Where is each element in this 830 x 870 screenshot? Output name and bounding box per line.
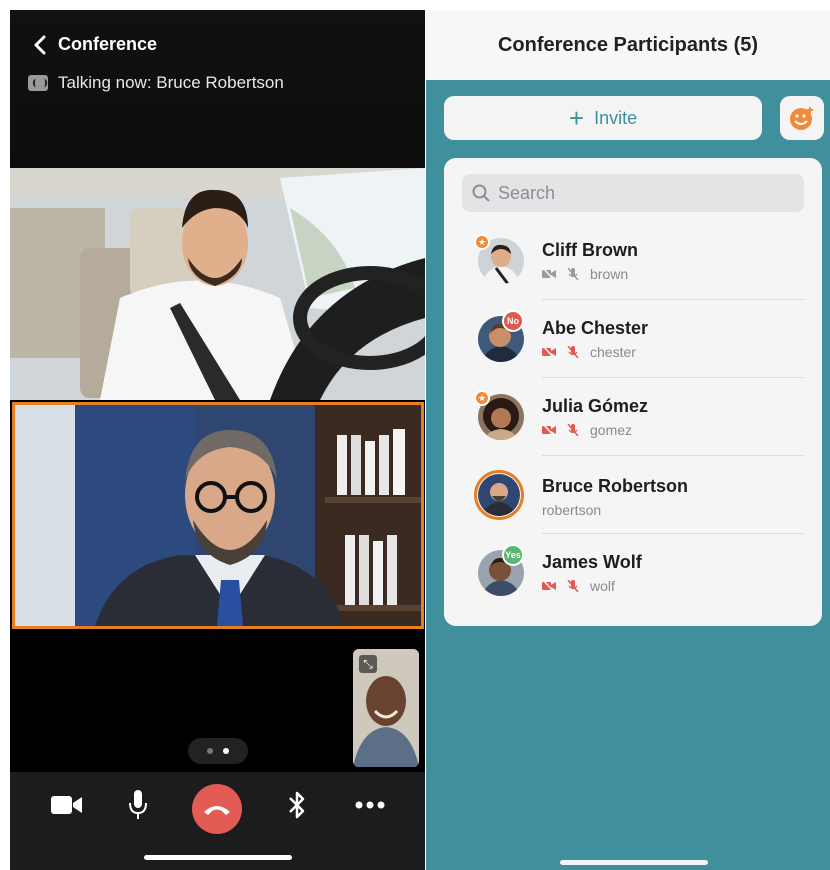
search-input[interactable]: Search [462, 174, 804, 212]
participant-username: gomez [590, 422, 633, 438]
participant-status: gomez [542, 422, 632, 438]
response-no-badge: No [502, 310, 524, 332]
microphone-button[interactable] [126, 788, 150, 822]
video-off-icon [542, 268, 556, 280]
participant-username: robertson [542, 502, 602, 518]
bluetooth-icon [289, 791, 305, 819]
camera-icon [51, 796, 82, 814]
video-call-screen: Conference Talking now: Bruce Robertson [10, 10, 425, 870]
back-button[interactable]: Conference [32, 34, 157, 55]
call-title: Conference [58, 34, 158, 54]
plus-icon: + [568, 103, 585, 133]
participant-row[interactable]: Yes James Wolf wolf [474, 534, 804, 612]
invite-label: Invite [594, 107, 638, 128]
host-star-icon: ★ [474, 234, 490, 250]
search-icon [472, 184, 490, 202]
page-indicator[interactable] [188, 738, 248, 764]
video-tile-active-speaker[interactable] [12, 402, 424, 629]
mic-off-icon [567, 268, 579, 280]
video-tile-participant[interactable] [10, 168, 425, 400]
mic-off-icon [567, 580, 579, 592]
expand-icon[interactable]: ⤡ [359, 655, 377, 673]
participant-video-image [10, 168, 425, 400]
participant-row[interactable]: ★ Julia Gómez gomez [474, 378, 804, 456]
add-emoji-icon [790, 107, 813, 130]
speaker-icon [28, 75, 48, 91]
home-indicator [560, 860, 708, 865]
participants-screen: Conference Participants (5) + Invite Sea… [426, 10, 830, 870]
home-indicator [144, 855, 292, 860]
participant-username: chester [590, 344, 636, 360]
talking-now-text: Talking now: Bruce Robertson [58, 73, 284, 92]
microphone-icon [129, 790, 147, 819]
mic-off-icon [567, 424, 579, 436]
speaker-video-image [15, 405, 421, 626]
camera-button[interactable] [50, 790, 84, 820]
avatar [478, 474, 520, 516]
chevron-left-icon [34, 35, 46, 54]
participants-header: Conference Participants (5) [426, 10, 830, 80]
response-yes-badge: Yes [502, 544, 524, 566]
participant-username: wolf [590, 578, 615, 594]
participant-status: brown [542, 266, 628, 282]
more-icon [355, 801, 385, 809]
hang-up-button[interactable] [192, 784, 242, 834]
invite-button[interactable]: + Invite [444, 96, 762, 140]
participant-name: Abe Chester [542, 318, 649, 338]
more-button[interactable] [354, 790, 386, 820]
page-dot [207, 748, 213, 754]
hang-up-icon [204, 806, 230, 815]
video-off-icon [542, 580, 556, 592]
participant-status: wolf [542, 578, 615, 594]
talking-now-indicator: Talking now: Bruce Robertson [28, 73, 284, 93]
participant-name: James Wolf [542, 552, 642, 572]
host-star-icon: ★ [474, 390, 490, 406]
bluetooth-button[interactable] [286, 790, 308, 820]
page-dot-active [223, 748, 229, 754]
participants-title: Conference Participants (5) [497, 33, 759, 56]
participant-row[interactable]: No Abe Chester chester [474, 300, 804, 378]
call-header: Conference Talking now: Bruce Robertson [10, 10, 425, 168]
participant-row[interactable]: ★ Cliff Brown brown [474, 222, 804, 300]
search-placeholder: Search [498, 182, 556, 203]
participant-row-speaking[interactable]: Bruce Robertson robertson [474, 456, 804, 534]
participant-name: Bruce Robertson [542, 476, 689, 496]
self-view-pip[interactable]: ⤡ [353, 649, 419, 767]
participant-name: Julia Gómez [542, 396, 649, 416]
participant-username: brown [590, 266, 629, 282]
mic-off-icon [567, 346, 579, 358]
video-off-icon [542, 346, 556, 358]
participant-status: chester [542, 344, 636, 360]
video-off-icon [542, 424, 556, 436]
participant-status: robertson [542, 502, 601, 518]
participant-name: Cliff Brown [542, 240, 638, 260]
participants-card: Search ★ Cliff Brown brown No Abe Cheste… [444, 158, 822, 626]
reaction-button[interactable] [780, 96, 824, 140]
